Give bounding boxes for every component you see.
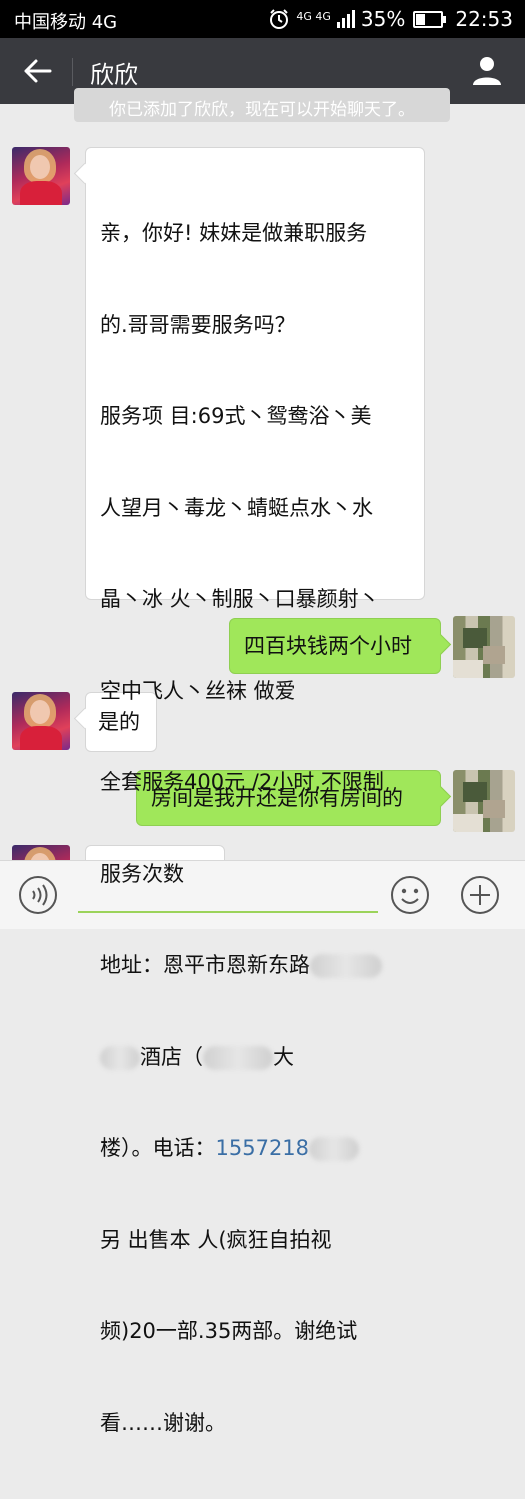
arrow-left-icon[interactable]	[20, 54, 54, 88]
message-text: 是的	[98, 710, 140, 734]
phone-link[interactable]: 1557218	[216, 1136, 310, 1160]
signal-icon	[336, 10, 355, 28]
battery-icon	[413, 10, 447, 28]
redacted-block	[203, 1045, 273, 1070]
voice-icon[interactable]	[18, 875, 58, 915]
carrier-label: 中国移动 4G	[14, 12, 118, 33]
clock: 22:53	[455, 7, 513, 31]
my-avatar[interactable]	[453, 770, 515, 832]
chat-title: 欣欣	[90, 61, 138, 89]
network-type: 4G 4G	[296, 9, 331, 23]
plus-icon[interactable]	[460, 875, 500, 915]
redacted-block	[309, 1137, 360, 1161]
redacted-block	[310, 954, 382, 978]
message-text: 四百块钱两个小时	[244, 634, 412, 658]
header-divider	[72, 58, 73, 86]
person-icon[interactable]	[471, 54, 503, 86]
message-text: 亲，你好! 妹妹是做兼职服务 的.哥哥需要服务吗？ 服务项 目:69式丶鸳鸯浴丶…	[100, 221, 384, 1435]
contact-avatar[interactable]	[12, 692, 70, 750]
battery-percent: 35%	[360, 7, 406, 31]
alarm-icon	[270, 9, 289, 29]
system-message: 你已添加了欣欣，现在可以开始聊天了。	[74, 88, 450, 122]
message-text: 房间是我开还是你有房间的	[151, 786, 403, 810]
status-bar: 中国移动 4G 4G 4G 35% 22:53	[0, 0, 525, 38]
redacted-block	[100, 1045, 140, 1070]
my-avatar[interactable]	[453, 616, 515, 678]
message-bubble-received[interactable]: 亲，你好! 妹妹是做兼职服务 的.哥哥需要服务吗？ 服务项 目:69式丶鸳鸯浴丶…	[85, 147, 425, 1435]
contact-avatar[interactable]	[12, 147, 70, 205]
